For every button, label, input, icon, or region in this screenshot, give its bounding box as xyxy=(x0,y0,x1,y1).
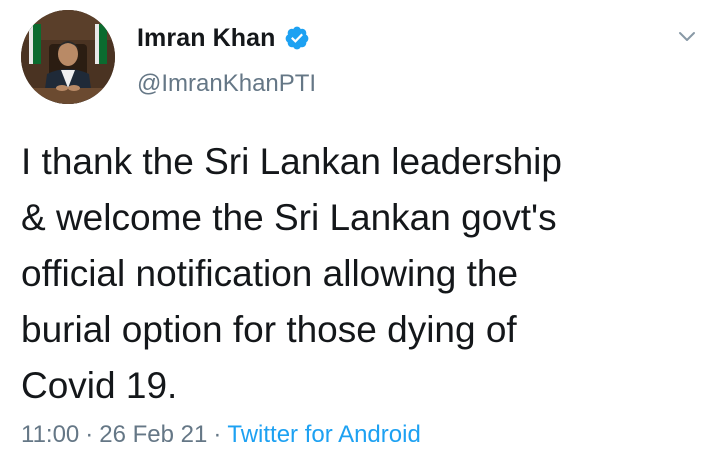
tweet-source-link[interactable]: Twitter for Android xyxy=(227,421,420,449)
separator-dot: · xyxy=(85,421,94,448)
verified-badge-icon xyxy=(284,25,310,51)
display-name[interactable]: Imran Khan xyxy=(137,24,276,53)
tweet-date[interactable]: 26 Feb 21 xyxy=(99,421,207,449)
avatar[interactable] xyxy=(21,10,115,104)
user-handle[interactable]: @ImranKhanPTI xyxy=(137,70,316,98)
tweet-meta: 11:00 · 26 Feb 21 · Twitter for Android xyxy=(21,421,421,449)
tweet-text: I thank the Sri Lankan leadership & welc… xyxy=(21,141,562,406)
tweet-time[interactable]: 11:00 xyxy=(21,421,79,449)
author-name-row[interactable]: Imran Khan xyxy=(137,22,310,54)
tweet-card: Imran Khan @ImranKhanPTI I thank the Sri… xyxy=(0,0,706,472)
chevron-down-icon[interactable] xyxy=(676,25,698,47)
separator-dot: · xyxy=(213,421,222,448)
